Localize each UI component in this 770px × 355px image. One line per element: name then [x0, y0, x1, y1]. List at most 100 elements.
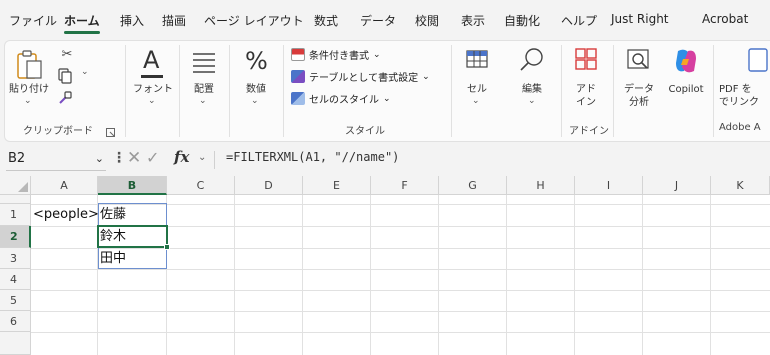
paste-label: 貼り付け — [9, 84, 49, 95]
font-a-icon: A — [143, 46, 160, 74]
row-header-7[interactable] — [0, 332, 31, 355]
paste-icon — [17, 50, 42, 79]
dialog-launcher-icon — [106, 128, 115, 137]
addins-label-1: アド — [576, 84, 596, 95]
editing-button[interactable]: 編集 ⌄ — [509, 47, 555, 111]
font-button[interactable]: A フォント ⌄ — [131, 47, 175, 111]
row-header-spacer — [0, 195, 31, 204]
cell-b2[interactable]: 鈴木 — [98, 226, 167, 248]
font-chevron-icon: ⌄ — [148, 96, 156, 106]
clipboard-group-label: クリップボード — [23, 126, 93, 137]
conditional-formatting-chevron-icon: ⌄ — [373, 49, 381, 60]
create-pdf-label-1: PDF を — [719, 84, 752, 95]
paste-chevron-icon: ⌄ — [24, 96, 32, 106]
copy-button[interactable]: ⌄ — [55, 67, 95, 86]
data-analysis-icon — [627, 49, 649, 69]
ribbon: 貼り付け ⌄ ✂ ⌄ クリップボード A フォント ⌄ 配置 ⌄ % 数値 ⌄ … — [4, 40, 770, 142]
data-analysis-label-2: 分析 — [629, 97, 649, 108]
alignment-button[interactable]: 配置 ⌄ — [183, 47, 225, 111]
cells-chevron-icon: ⌄ — [472, 96, 480, 106]
row-header-4[interactable]: 4 — [0, 269, 31, 290]
select-all-icon — [18, 182, 28, 192]
editing-chevron-icon: ⌄ — [528, 96, 536, 106]
column-header-j[interactable]: J — [643, 176, 711, 195]
row-header-1[interactable]: 1 — [0, 204, 31, 226]
row-header-3[interactable]: 3 — [0, 248, 31, 269]
conditional-formatting-icon — [291, 48, 305, 61]
cell-styles-label: セルのスタイル — [309, 95, 379, 106]
column-header-a[interactable]: A — [31, 176, 98, 195]
format-as-table-icon — [291, 70, 305, 83]
clipboard-dialog-launcher[interactable] — [106, 123, 116, 137]
insert-function-chevron-icon[interactable]: ⌄ — [198, 152, 206, 163]
percent-icon: % — [245, 47, 268, 75]
cell-b3[interactable]: 田中 — [98, 248, 167, 269]
column-header-e[interactable]: E — [303, 176, 371, 195]
copilot-button[interactable]: Copilot — [663, 47, 709, 111]
formula-input[interactable]: =FILTERXML(A1, "//name") — [226, 150, 399, 164]
tab-review[interactable]: 校閲 — [415, 12, 439, 29]
pdf-icon — [748, 48, 768, 72]
ribbon-separator — [125, 45, 126, 137]
worksheet-grid[interactable]: A B C D E F G H I J K 1 2 3 4 5 6 <peopl… — [0, 176, 770, 355]
tab-automate[interactable]: 自動化 — [504, 12, 540, 29]
tab-acrobat[interactable]: Acrobat — [702, 12, 748, 26]
font-color-bar — [141, 75, 163, 78]
data-analysis-label-1: データ — [624, 84, 654, 95]
conditional-formatting-button[interactable]: 条件付き書式 ⌄ — [291, 47, 381, 62]
format-as-table-button[interactable]: テーブルとして書式設定 ⌄ — [291, 69, 430, 84]
cancel-entry-icon[interactable]: ✕ — [127, 148, 141, 168]
column-header-h[interactable]: H — [507, 176, 575, 195]
tab-help[interactable]: ヘルプ — [561, 12, 597, 29]
select-all-button[interactable] — [0, 176, 31, 195]
confirm-entry-icon[interactable]: ✓ — [146, 148, 159, 167]
copilot-label: Copilot — [668, 84, 704, 95]
ribbon-separator — [451, 45, 452, 137]
column-header-d[interactable]: D — [235, 176, 303, 195]
paste-button[interactable]: 貼り付け ⌄ — [9, 47, 49, 111]
cell-a1[interactable]: <people> — [31, 204, 99, 226]
tab-data[interactable]: データ — [360, 12, 396, 29]
scissors-icon: ✂ — [61, 47, 73, 62]
column-header-b[interactable]: B — [98, 176, 167, 195]
ribbon-separator — [561, 45, 562, 137]
search-icon — [520, 48, 543, 71]
cut-button[interactable]: ✂ — [57, 47, 77, 65]
row-header-5[interactable]: 5 — [0, 290, 31, 311]
column-header-k[interactable]: K — [711, 176, 770, 195]
cell-styles-button[interactable]: セルのスタイル ⌄ — [291, 91, 391, 106]
tab-file[interactable]: ファイル — [9, 12, 57, 29]
name-box[interactable]: B2 ⌄ — [6, 149, 106, 171]
tab-view[interactable]: 表示 — [461, 12, 485, 29]
format-painter-button[interactable] — [57, 90, 77, 108]
cell-styles-chevron-icon: ⌄ — [383, 93, 391, 104]
tab-insert[interactable]: 挿入 — [120, 12, 144, 29]
tab-home-label: ホーム — [64, 14, 100, 28]
column-header-c[interactable]: C — [167, 176, 235, 195]
adobe-group-label: Adobe A — [719, 122, 761, 133]
tab-page-layout[interactable]: ページ レイアウト — [204, 12, 304, 29]
tab-draw[interactable]: 描画 — [162, 12, 186, 29]
cell-b1[interactable]: 佐藤 — [98, 204, 167, 226]
column-header-f[interactable]: F — [371, 176, 439, 195]
addins-group-label: アドイン — [569, 126, 609, 137]
font-label: フォント — [133, 84, 173, 95]
row-header-6[interactable]: 6 — [0, 311, 31, 332]
tab-home[interactable]: ホーム — [64, 12, 100, 34]
tab-just-right[interactable]: Just Right — [611, 12, 669, 26]
column-header-i[interactable]: I — [575, 176, 643, 195]
create-pdf-label-2: でリンク — [719, 97, 759, 108]
row-header-2[interactable]: 2 — [0, 226, 31, 248]
create-pdf-button[interactable]: PDF を でリンク — [717, 47, 770, 111]
formula-bar-grip-icon[interactable]: ⋮ — [112, 150, 126, 166]
copy-chevron-icon: ⌄ — [81, 67, 89, 77]
tab-formulas[interactable]: 数式 — [314, 12, 338, 29]
cells-button[interactable]: セル ⌄ — [457, 47, 497, 111]
addins-button[interactable]: アド イン — [565, 47, 607, 111]
name-box-chevron-icon[interactable]: ⌄ — [95, 149, 104, 169]
cells-label: セル — [467, 84, 487, 95]
data-analysis-button[interactable]: データ 分析 — [619, 47, 659, 111]
column-header-g[interactable]: G — [439, 176, 507, 195]
number-format-button[interactable]: % 数値 ⌄ — [235, 47, 277, 111]
insert-function-button[interactable]: fx — [174, 148, 189, 166]
